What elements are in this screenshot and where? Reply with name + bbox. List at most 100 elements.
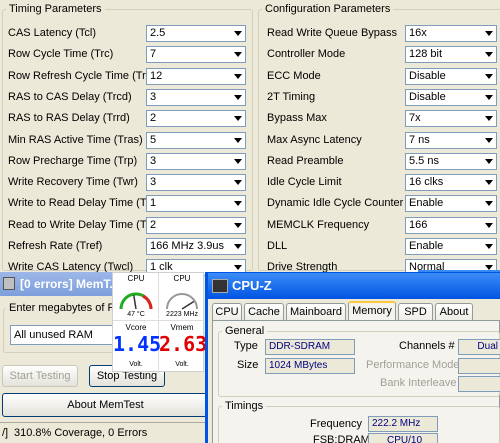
config-select-value-0: 16x [409, 27, 427, 39]
chevron-down-icon[interactable] [481, 26, 496, 41]
cpu-clock-gauge: CPU 2223 MHz [159, 273, 205, 319]
chevron-down-icon[interactable] [481, 47, 496, 63]
config-group-title: Configuration Parameters [262, 3, 394, 16]
timing-select-1[interactable]: 7 [146, 46, 246, 64]
chevron-down-icon[interactable] [481, 68, 496, 84]
config-select-value-2: Disable [409, 69, 446, 82]
timing-select-value-3: 3 [150, 90, 157, 103]
chevron-down-icon[interactable] [230, 47, 245, 63]
vcore-value: 1.45 [113, 332, 162, 356]
config-select-6[interactable]: 5.5 ns [405, 152, 497, 170]
config-select-value-3: Disable [409, 90, 446, 103]
timing-select-0[interactable]: 2.5 [146, 25, 246, 42]
vcore-unit: Volt. [129, 361, 143, 368]
vmem-value: 2.63 [159, 332, 208, 356]
ram-input[interactable]: All unused RAM [10, 325, 120, 345]
config-label-8: Dynamic Idle Cycle Counter [267, 197, 404, 210]
config-select-0[interactable]: 16x [405, 25, 497, 42]
timing-select-6[interactable]: 3 [146, 152, 246, 170]
tab-memory[interactable]: Memory [348, 301, 396, 321]
tab-cache[interactable]: Cache [244, 303, 284, 321]
tab-cpu[interactable]: CPU [212, 303, 242, 321]
vcore-label: Vcore [125, 323, 147, 332]
frequency-value: 222.2 MHz [368, 416, 438, 432]
chevron-down-icon[interactable] [230, 89, 245, 105]
timing-select-8[interactable]: 1 [146, 195, 246, 213]
config-select-1[interactable]: 128 bit [405, 46, 497, 64]
timing-select-2[interactable]: 12 [146, 67, 246, 85]
timing-select-value-7: 3 [150, 176, 157, 189]
config-select-8[interactable]: Enable [405, 195, 497, 213]
chevron-down-icon[interactable] [481, 217, 496, 233]
timing-label-0: CAS Latency (Tcl) [8, 27, 97, 39]
tab-spd[interactable]: SPD [398, 303, 433, 321]
config-select-7[interactable]: 16 clks [405, 174, 497, 192]
cpuz-titlebar[interactable]: CPU-Z [208, 273, 500, 299]
memtest-app-icon [3, 277, 15, 290]
cpuz-tabbar: CPU Cache Mainboard Memory SPD About [212, 301, 500, 321]
cpu-temp-needle [133, 295, 137, 310]
chevron-down-icon[interactable] [230, 68, 245, 84]
timing-select-value-0: 2.5 [150, 27, 166, 39]
timing-select-7[interactable]: 3 [146, 174, 246, 192]
chevron-down-icon[interactable] [230, 26, 245, 41]
chevron-down-icon[interactable] [481, 196, 496, 212]
timing-select-4[interactable]: 2 [146, 110, 246, 128]
config-label-5: Max Async Latency [267, 133, 362, 146]
timing-label-2: Row Refresh Cycle Time (Trfc) [8, 69, 158, 82]
memtest-titlebar[interactable]: [0 errors] MemT... [0, 272, 125, 296]
timing-select-value-8: 1 [150, 197, 157, 210]
config-label-4: Bypass Max [267, 112, 327, 125]
tab-about[interactable]: About [435, 303, 473, 321]
chevron-down-icon[interactable] [481, 111, 496, 127]
fsb-dram-label: FSB:DRAM [313, 434, 370, 443]
config-select-4[interactable]: 7x [405, 110, 497, 128]
chevron-down-icon[interactable] [230, 175, 245, 191]
config-select-5[interactable]: 7 ns [405, 131, 497, 149]
config-select-2[interactable]: Disable [405, 67, 497, 85]
memtest-title: [0 errors] MemT... [20, 277, 120, 291]
config-select-9[interactable]: 166 [405, 216, 497, 234]
timing-label-1: Row Cycle Time (Trc) [8, 48, 114, 61]
timing-select-3[interactable]: 3 [146, 88, 246, 106]
config-select-3[interactable]: Disable [405, 88, 497, 106]
vmem-label: Vmem [170, 323, 194, 332]
timing-label-4: RAS to RAS Delay (Trrd) [8, 112, 130, 125]
general-title: General [222, 325, 268, 338]
frequency-label: Frequency [310, 418, 362, 430]
timing-select-value-9: 2 [150, 218, 157, 231]
chevron-down-icon[interactable] [481, 132, 496, 148]
vcore-panel: Vcore 1.45 Volt. [113, 320, 162, 373]
config-label-9: MEMCLK Frequency [267, 218, 370, 231]
chevron-down-icon[interactable] [481, 239, 496, 254]
config-label-1: Controller Mode [267, 48, 346, 61]
chevron-down-icon[interactable] [230, 153, 245, 169]
chevron-down-icon[interactable] [481, 89, 496, 105]
chevron-down-icon[interactable] [230, 196, 245, 212]
start-testing-button[interactable]: Start Testing [2, 365, 78, 387]
chevron-down-icon[interactable] [230, 239, 245, 254]
chevron-down-icon[interactable] [481, 175, 496, 191]
status-text: 310.8% Coverage, 0 Errors [14, 427, 148, 439]
chevron-down-icon[interactable] [230, 132, 245, 148]
config-select-10[interactable]: Enable [405, 238, 497, 255]
size-label: Size [237, 359, 259, 371]
cpu-temp-dial [119, 292, 153, 310]
timing-select-value-1: 7 [150, 48, 157, 61]
cpuz-app-icon [212, 279, 228, 293]
timing-label-5: Min RAS Active Time (Tras) [8, 133, 143, 146]
timings-title: Timings [222, 400, 267, 413]
config-label-6: Read Preamble [267, 154, 344, 167]
config-label-2: ECC Mode [267, 69, 321, 82]
timing-select-10[interactable]: 166 MHz 3.9us [146, 238, 246, 255]
tab-mainboard[interactable]: Mainboard [286, 303, 346, 321]
memtest-statusbar: /] 310.8% Coverage, 0 Errors [0, 422, 210, 443]
cpu-clock-value: 2223 MHz [166, 311, 198, 318]
about-memtest-button[interactable]: About MemTest [2, 393, 209, 417]
timing-select-5[interactable]: 5 [146, 131, 246, 149]
config-label-10: DLL [267, 240, 288, 252]
chevron-down-icon[interactable] [230, 217, 245, 233]
chevron-down-icon[interactable] [230, 111, 245, 127]
chevron-down-icon[interactable] [481, 153, 496, 169]
timing-select-9[interactable]: 2 [146, 216, 246, 234]
